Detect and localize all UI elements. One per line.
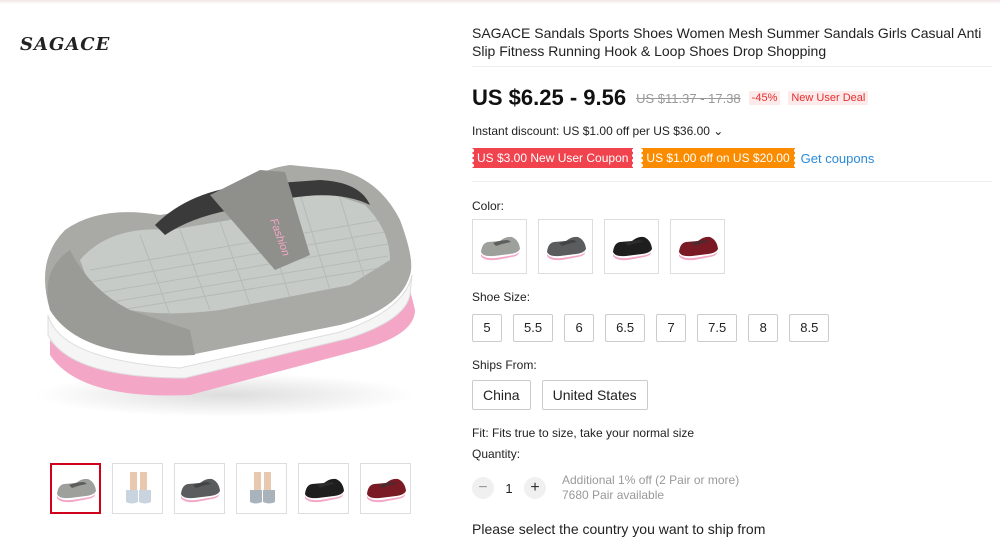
shoe-icon bbox=[366, 478, 406, 502]
main-product-image[interactable]: Fashion bbox=[20, 110, 430, 430]
ships-from-option[interactable]: United States bbox=[541, 380, 648, 410]
top-strip bbox=[0, 0, 1000, 4]
size-option[interactable]: 5 bbox=[472, 314, 502, 342]
color-option-gray[interactable] bbox=[472, 219, 527, 274]
discount-badge: -45% bbox=[748, 91, 781, 105]
size-options: 5 5.5 6 6.5 7 7.5 8 8.5 bbox=[472, 314, 830, 342]
shoe-icon bbox=[180, 478, 220, 502]
color-label: Color: bbox=[472, 199, 505, 213]
thumbnail-6[interactable] bbox=[360, 463, 411, 514]
color-options bbox=[472, 219, 725, 274]
brand-logo: SAGACE bbox=[20, 34, 111, 55]
ship-country-note: Please select the country you want to sh… bbox=[472, 521, 766, 537]
ships-from-option[interactable]: China bbox=[472, 380, 531, 410]
get-coupons-link[interactable]: Get coupons bbox=[801, 151, 875, 166]
size-option[interactable]: 5.5 bbox=[513, 314, 554, 342]
quantity-stepper: − 1 + Additional 1% off (2 Pair or more)… bbox=[472, 473, 739, 503]
product-title: SAGACE Sandals Sports Shoes Women Mesh S… bbox=[472, 25, 982, 59]
shoe-icon bbox=[546, 236, 586, 260]
coupon-row: US $3.00 New User Coupon US $1.00 off on… bbox=[472, 148, 874, 168]
size-option[interactable]: 7 bbox=[656, 314, 687, 342]
size-option[interactable]: 7.5 bbox=[697, 314, 738, 342]
color-option-dark-gray[interactable] bbox=[538, 219, 593, 274]
shoe-icon bbox=[678, 236, 718, 260]
shoe-icon bbox=[304, 478, 344, 502]
thumbnail-3[interactable] bbox=[174, 463, 225, 514]
divider bbox=[472, 66, 992, 67]
quantity-increase-button[interactable]: + bbox=[524, 477, 546, 499]
worn-shoe-icon bbox=[125, 471, 151, 503]
size-option[interactable]: 8 bbox=[748, 314, 779, 342]
instant-discount[interactable]: Instant discount: US $1.00 off per US $3… bbox=[472, 124, 723, 138]
ships-from-options: China United States bbox=[472, 380, 648, 410]
quantity-label: Quantity: bbox=[472, 447, 521, 461]
worn-shoe-icon bbox=[249, 471, 275, 503]
quantity-decrease-button[interactable]: − bbox=[472, 477, 494, 499]
color-option-black[interactable] bbox=[604, 219, 659, 274]
bulk-discount-note: Additional 1% off (2 Pair or more) bbox=[562, 473, 740, 487]
stock-available: 7680 Pair available bbox=[562, 488, 665, 502]
thumbnail-4[interactable] bbox=[236, 463, 287, 514]
color-option-wine-red[interactable] bbox=[670, 219, 725, 274]
size-option[interactable]: 6.5 bbox=[605, 314, 646, 342]
ships-from-label: Ships From: bbox=[472, 358, 537, 372]
price: US $6.25 - 9.56 bbox=[472, 85, 627, 110]
size-option[interactable]: 6 bbox=[564, 314, 595, 342]
thumbnail-5[interactable] bbox=[298, 463, 349, 514]
quantity-value[interactable]: 1 bbox=[494, 481, 524, 496]
quantity-info: Additional 1% off (2 Pair or more) 7680 … bbox=[562, 473, 739, 503]
price-row: US $6.25 - 9.56 US $11.37 - 17.38 -45% N… bbox=[472, 85, 869, 111]
thumbnail-strip bbox=[50, 463, 411, 514]
shoe-icon bbox=[612, 236, 652, 260]
shoe-icon bbox=[480, 236, 520, 260]
shoe-icon bbox=[56, 478, 96, 502]
original-price: US $11.37 - 17.38 bbox=[636, 90, 741, 106]
new-user-deal-badge: New User Deal bbox=[788, 91, 869, 105]
thumbnail-2[interactable] bbox=[112, 463, 163, 514]
shoe-size-label: Shoe Size: bbox=[472, 290, 531, 304]
divider bbox=[472, 181, 992, 182]
size-option[interactable]: 8.5 bbox=[789, 314, 830, 342]
fit-note: Fit: Fits true to size, take your normal… bbox=[472, 426, 695, 440]
thumbnail-1[interactable] bbox=[50, 463, 101, 514]
store-coupon[interactable]: US $1.00 off on US $20.00 bbox=[641, 148, 795, 168]
new-user-coupon[interactable]: US $3.00 New User Coupon bbox=[472, 148, 634, 168]
